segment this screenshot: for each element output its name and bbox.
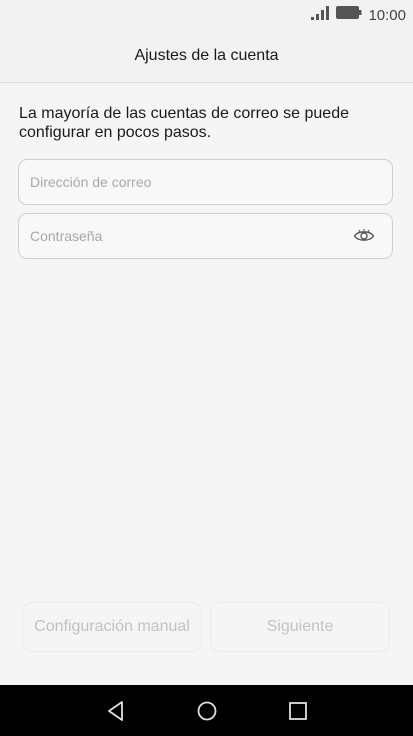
back-icon[interactable] bbox=[103, 698, 129, 724]
signal-icon bbox=[310, 5, 330, 25]
manual-setup-button[interactable]: Configuración manual bbox=[22, 602, 202, 652]
status-indicators: 10:00 bbox=[310, 5, 406, 25]
home-icon[interactable] bbox=[194, 698, 220, 724]
navigation-bar bbox=[0, 685, 413, 736]
next-button[interactable]: Siguiente bbox=[210, 602, 390, 652]
intro-text: La mayoría de las cuentas de correo se p… bbox=[19, 105, 349, 141]
recent-apps-icon[interactable] bbox=[285, 698, 311, 724]
account-setup-content: La mayoría de las cuentas de correo se p… bbox=[0, 83, 413, 685]
email-field[interactable] bbox=[18, 159, 393, 205]
password-field[interactable] bbox=[18, 213, 393, 259]
email-input[interactable] bbox=[30, 160, 340, 204]
manual-setup-label: Configuración manual bbox=[34, 618, 190, 635]
status-time: 10:00 bbox=[368, 6, 406, 24]
app-header: Ajustes de la cuenta bbox=[0, 30, 413, 83]
battery-icon bbox=[336, 6, 362, 24]
status-bar: 10:00 bbox=[0, 0, 413, 30]
password-input[interactable] bbox=[30, 214, 340, 258]
next-label: Siguiente bbox=[266, 618, 334, 635]
page-title: Ajustes de la cuenta bbox=[134, 47, 279, 64]
eye-icon[interactable] bbox=[352, 225, 376, 247]
